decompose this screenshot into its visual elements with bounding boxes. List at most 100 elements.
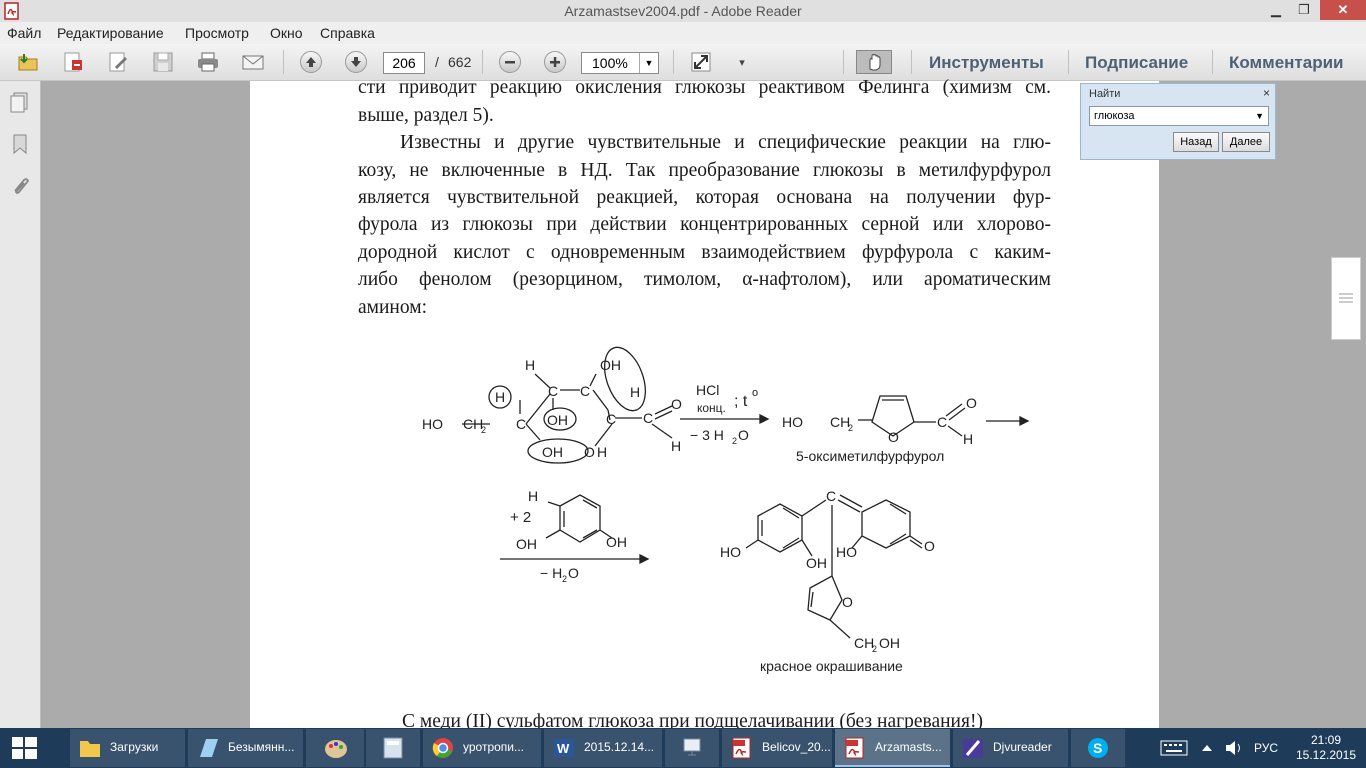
label: C: [937, 414, 947, 430]
network-icon: [683, 738, 701, 756]
text-line: является чувствительной реакцией, котора…: [358, 187, 1051, 208]
taskbar-label: 2015.12.14...: [584, 740, 655, 754]
pdf-icon: [845, 737, 864, 759]
menu-window[interactable]: Окно: [270, 25, 303, 41]
svg-text:S: S: [1093, 740, 1102, 756]
notepad-icon: [200, 739, 218, 757]
menu-bar: Файл Редактирование Просмотр Окно Справк…: [0, 22, 1366, 44]
hand-icon: [869, 54, 881, 71]
label: OH: [516, 536, 537, 552]
windows-start-icon[interactable]: [12, 737, 38, 759]
toolbar-separator: [283, 50, 284, 74]
label: H: [963, 431, 973, 447]
menu-file[interactable]: Файл: [7, 25, 41, 41]
label: 2: [562, 574, 567, 584]
email-icon[interactable]: [241, 50, 265, 74]
label: 2: [732, 436, 737, 446]
find-next-button[interactable]: Далее: [1222, 132, 1270, 152]
find-close-icon[interactable]: ×: [1263, 86, 1270, 100]
zoom-out-button[interactable]: [498, 50, 522, 74]
tools-link[interactable]: Инструменты: [929, 53, 1044, 73]
toolbar-more-icon[interactable]: ▾: [730, 50, 754, 74]
volume-icon[interactable]: [1224, 739, 1244, 757]
clock[interactable]: 21:09 15.12.2015: [1290, 733, 1362, 763]
label: O: [738, 427, 749, 443]
label: O: [584, 444, 595, 460]
keyboard-icon[interactable]: [1160, 740, 1188, 756]
sign-link[interactable]: Подписание: [1085, 53, 1188, 73]
expand-icon: [691, 52, 711, 72]
create-pdf-icon[interactable]: [61, 50, 85, 74]
chevron-down-icon: ▼: [1255, 111, 1264, 121]
attachments-icon[interactable]: [9, 175, 31, 197]
label: + 2: [510, 509, 531, 526]
taskbar-item-chrome[interactable]: уротропи...: [423, 729, 541, 767]
previous-page-button[interactable]: [299, 50, 323, 74]
product1-name: 5-оксиметилфурфурол: [796, 448, 944, 464]
toolbar-separator: [1068, 50, 1069, 74]
fit-page-button[interactable]: [689, 50, 713, 74]
toolbar-separator: [843, 50, 844, 74]
find-query: глюкоза: [1094, 110, 1135, 122]
label: конц.: [697, 401, 726, 415]
taskbar-item-network[interactable]: [665, 729, 719, 767]
label: C: [580, 383, 590, 399]
menu-edit[interactable]: Редактирование: [57, 25, 164, 41]
comments-link[interactable]: Комментарии: [1229, 53, 1343, 73]
taskbar-item-djvureader[interactable]: Djvureader: [953, 729, 1068, 767]
text-line: С меди (II) сульфатом глюкоза при подщел…: [402, 711, 983, 728]
open-icon[interactable]: [16, 50, 40, 74]
menu-view[interactable]: Просмотр: [185, 25, 249, 41]
zoom-select[interactable]: 100% ▼: [581, 52, 659, 74]
label: O: [888, 429, 899, 445]
label: O: [568, 565, 579, 581]
navigation-panel: [0, 81, 41, 728]
language-indicator[interactable]: РУС: [1254, 741, 1278, 755]
save-icon[interactable]: [151, 50, 175, 74]
bookmarks-icon[interactable]: [9, 133, 31, 155]
page-total: 662: [448, 54, 472, 70]
page-number-input[interactable]: 206: [383, 52, 425, 74]
label: 2: [848, 423, 853, 433]
taskbar-item-pdf-arzamastsev[interactable]: Arzamasts...: [835, 729, 950, 767]
pdf-icon: [732, 737, 751, 759]
menu-help[interactable]: Справка: [320, 25, 375, 41]
label: C: [516, 416, 526, 432]
taskbar-item-calculator[interactable]: [366, 729, 420, 767]
find-label: Найти: [1089, 88, 1121, 100]
toolbar-separator: [482, 50, 483, 74]
zoom-in-button[interactable]: [543, 50, 567, 74]
window-title: Arzamastsev2004.pdf - Adobe Reader: [564, 3, 802, 19]
product2-name: красное окрашивание: [760, 658, 903, 674]
find-panel: Найти × глюкоза ▼ Назад Далее: [1080, 83, 1276, 160]
close-button[interactable]: ✕: [1320, 0, 1366, 20]
title-bar: Arzamastsev2004.pdf - Adobe Reader ▁ ❐ ✕: [0, 0, 1366, 22]
label: O: [842, 594, 853, 610]
label: o: [752, 387, 758, 399]
print-icon[interactable]: [196, 50, 220, 74]
taskbar-item-notepad[interactable]: Безымянн...: [188, 729, 303, 767]
taskbar-item-skype[interactable]: S: [1071, 729, 1125, 767]
taskbar-item-pdf-belicov[interactable]: Belicov_20...: [722, 729, 832, 767]
find-input[interactable]: глюкоза ▼: [1089, 106, 1269, 126]
taskbar-item-word[interactable]: W 2015.12.14...: [544, 729, 662, 767]
page-thumbnails-icon[interactable]: [9, 91, 31, 113]
taskbar-item-paint[interactable]: [306, 729, 364, 767]
label: HO: [720, 544, 741, 560]
chevron-up-icon[interactable]: [1201, 743, 1213, 753]
label: O: [966, 395, 977, 411]
label: H: [597, 444, 607, 460]
edit-icon[interactable]: [106, 50, 130, 74]
taskbar-item-downloads[interactable]: Загрузки: [70, 729, 185, 767]
restore-button[interactable]: ❐: [1290, 0, 1318, 20]
hand-tool-button[interactable]: [856, 50, 892, 74]
reaction-scheme: HO CH 2 C H H C C OH H OH C C O H OH O H…: [422, 346, 1030, 674]
label: HCl: [696, 382, 719, 398]
scrollbar-thumb[interactable]: [1331, 257, 1361, 340]
svg-text:W: W: [557, 741, 570, 756]
find-back-button[interactable]: Назад: [1173, 132, 1219, 152]
label: H: [495, 389, 505, 405]
next-page-button[interactable]: [344, 50, 368, 74]
minimize-button[interactable]: ▁: [1262, 0, 1290, 20]
label: H: [528, 488, 538, 504]
